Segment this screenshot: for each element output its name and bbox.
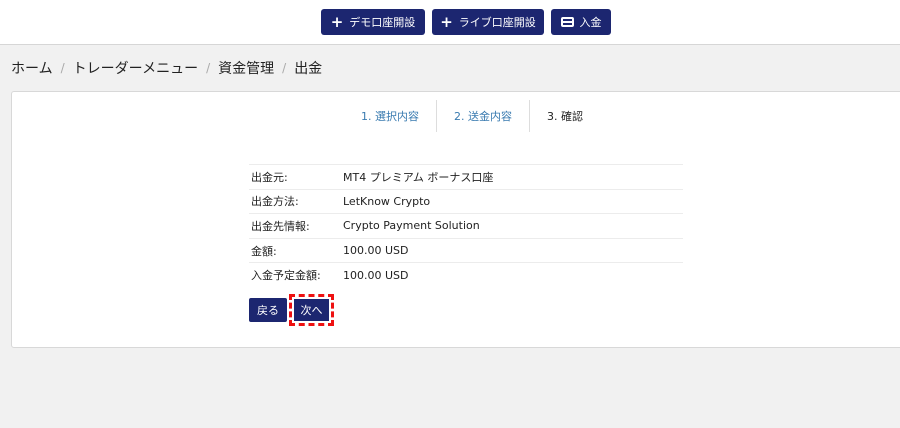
plus-icon: + bbox=[330, 12, 344, 31]
open-demo-account-button[interactable]: + デモ口座開設 bbox=[321, 9, 425, 35]
credit-card-icon bbox=[560, 17, 574, 27]
breadcrumb-separator: / bbox=[60, 61, 65, 75]
breadcrumb-trader-menu[interactable]: トレーダーメニュー bbox=[73, 58, 198, 78]
detail-label: 出金元: bbox=[251, 170, 288, 184]
breadcrumb-withdrawal: 出金 bbox=[294, 61, 323, 77]
detail-label: 出金方法: bbox=[251, 195, 299, 209]
detail-value: 100.00 USD bbox=[343, 268, 409, 282]
step-indicator: 1. 選択内容 2. 送金内容 3. 確認 bbox=[344, 100, 600, 132]
breadcrumb-separator: / bbox=[206, 61, 211, 75]
detail-value: 100.00 USD bbox=[343, 244, 409, 258]
top-bar: + デモ口座開設 + ライブ口座開設 入金 bbox=[0, 0, 900, 45]
table-row: 出金元: MT4 プレミアム ボーナス口座 bbox=[249, 164, 683, 189]
open-live-account-label: ライブ口座開設 bbox=[458, 16, 536, 29]
breadcrumb-home[interactable]: ホーム bbox=[11, 58, 53, 78]
detail-value: MT4 プレミアム ボーナス口座 bbox=[343, 170, 494, 184]
table-row: 出金方法: LetKnow Crypto bbox=[249, 188, 683, 214]
detail-value: LetKnow Crypto bbox=[343, 194, 431, 208]
breadcrumb-fund-management[interactable]: 資金管理 bbox=[218, 58, 274, 78]
withdrawal-details-table: 出金元: MT4 プレミアム ボーナス口座 出金方法: LetKnow Cryp… bbox=[249, 164, 683, 287]
step-transfer-details: 2. 送金内容 bbox=[436, 100, 529, 132]
table-row: 入金予定金額: 100.00 USD bbox=[249, 262, 683, 287]
breadcrumb-separator: / bbox=[282, 61, 287, 75]
table-row: 出金先情報: Crypto Payment Solution bbox=[249, 213, 683, 238]
detail-label: 入金予定金額: bbox=[251, 269, 321, 283]
detail-value: Crypto Payment Solution bbox=[343, 219, 480, 233]
next-button[interactable]: 次へ bbox=[294, 299, 329, 321]
open-live-account-button[interactable]: + ライブ口座開設 bbox=[432, 9, 544, 35]
next-button-highlight: 次へ bbox=[289, 294, 334, 326]
deposit-button[interactable]: 入金 bbox=[551, 9, 611, 35]
open-demo-account-label: デモ口座開設 bbox=[349, 16, 416, 29]
breadcrumb: ホーム / トレーダーメニュー / 資金管理 / 出金 bbox=[11, 58, 322, 78]
detail-label: 金額: bbox=[251, 244, 277, 258]
step-selection: 1. 選択内容 bbox=[361, 110, 419, 123]
detail-label: 出金先情報: bbox=[251, 219, 310, 233]
step-confirm: 3. 確認 bbox=[529, 100, 600, 132]
plus-icon: + bbox=[440, 12, 453, 31]
back-button[interactable]: 戻る bbox=[249, 298, 287, 322]
table-row: 金額: 100.00 USD bbox=[249, 237, 683, 263]
deposit-label: 入金 bbox=[579, 16, 602, 29]
